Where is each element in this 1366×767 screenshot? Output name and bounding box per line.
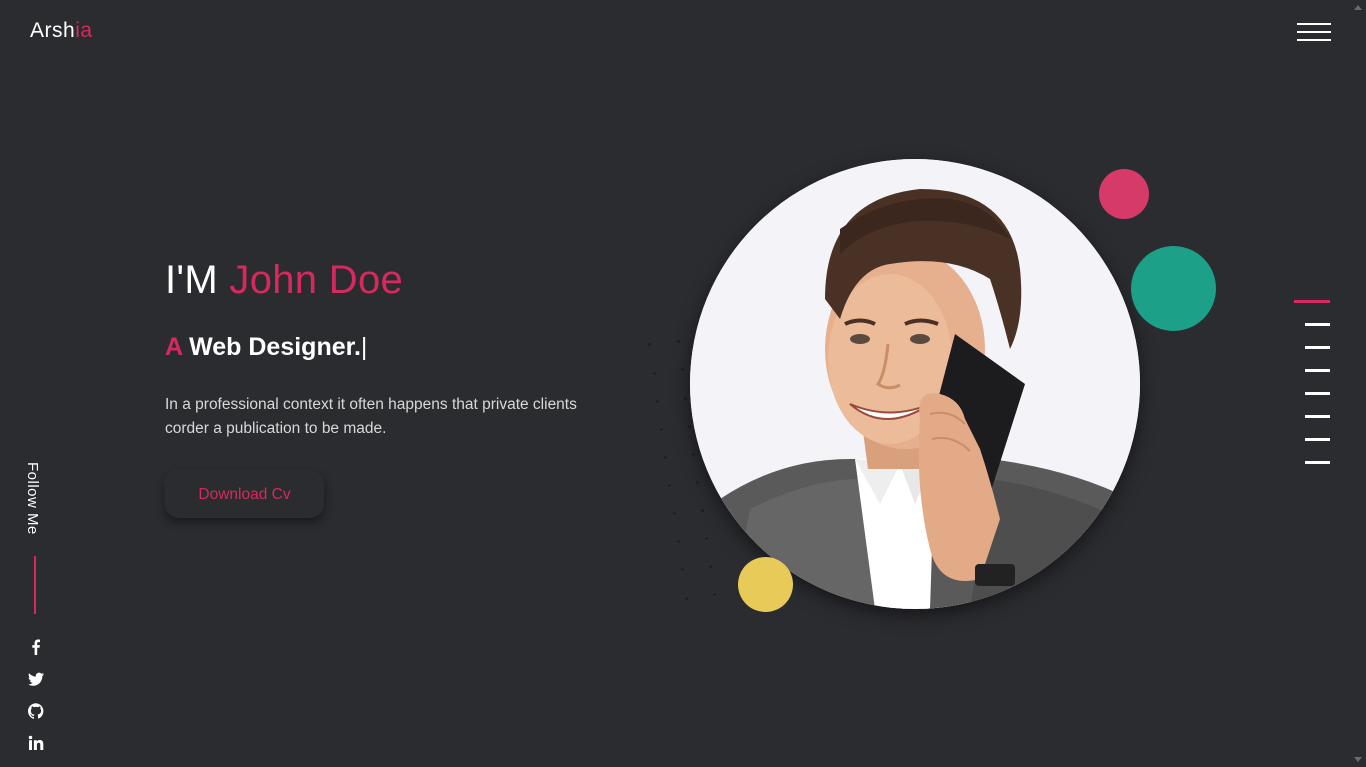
logo-main-text: Arsh	[30, 19, 76, 42]
hamburger-icon-line	[1297, 23, 1331, 25]
hamburger-icon-line	[1297, 39, 1331, 41]
section-nav-item[interactable]	[1305, 392, 1330, 395]
scroll-down-arrow-icon[interactable]	[1354, 757, 1362, 762]
hero-name: John Doe	[229, 258, 404, 302]
hero-title: I'M John Doe	[165, 258, 403, 303]
profile-photo	[690, 159, 1140, 609]
profile-illustration	[690, 159, 1140, 609]
facebook-icon	[32, 639, 40, 655]
menu-button[interactable]	[1297, 23, 1331, 43]
section-nav-item[interactable]	[1305, 438, 1330, 441]
page-scrollbar[interactable]	[1349, 0, 1366, 767]
logo-accent-text: ia	[75, 19, 93, 42]
decor-circle-yellow	[738, 557, 793, 612]
linkedin-link[interactable]	[26, 733, 46, 753]
github-link[interactable]	[26, 701, 46, 721]
section-nav-item[interactable]	[1305, 461, 1330, 464]
section-nav-item[interactable]	[1305, 346, 1330, 349]
subtitle-role: Web Designer.	[189, 333, 361, 361]
hero-subtitle: A Web Designer.|	[165, 333, 367, 362]
hero-greeting: I'M	[165, 258, 218, 302]
download-cv-button[interactable]: Download Cv	[165, 471, 324, 518]
section-nav	[1294, 300, 1330, 470]
subtitle-article: A	[165, 333, 183, 361]
section-nav-item-active[interactable]	[1294, 300, 1330, 303]
typing-cursor: |	[360, 333, 368, 361]
follow-divider	[34, 556, 36, 614]
section-nav-item[interactable]	[1305, 415, 1330, 418]
scroll-up-arrow-icon[interactable]	[1354, 5, 1362, 10]
facebook-link[interactable]	[26, 637, 46, 657]
site-logo[interactable]: Arshia	[30, 19, 93, 43]
hero-description: In a professional context it often happe…	[165, 396, 577, 437]
github-icon	[28, 703, 44, 719]
linkedin-icon	[28, 735, 44, 750]
hamburger-icon-line	[1297, 31, 1331, 33]
decor-circle-pink	[1099, 169, 1149, 219]
decor-circle-green	[1131, 246, 1216, 331]
twitter-link[interactable]	[26, 669, 46, 689]
section-nav-item[interactable]	[1305, 323, 1330, 326]
follow-me-label: Follow Me	[24, 462, 41, 535]
section-nav-item[interactable]	[1305, 369, 1330, 372]
twitter-icon	[28, 672, 44, 686]
